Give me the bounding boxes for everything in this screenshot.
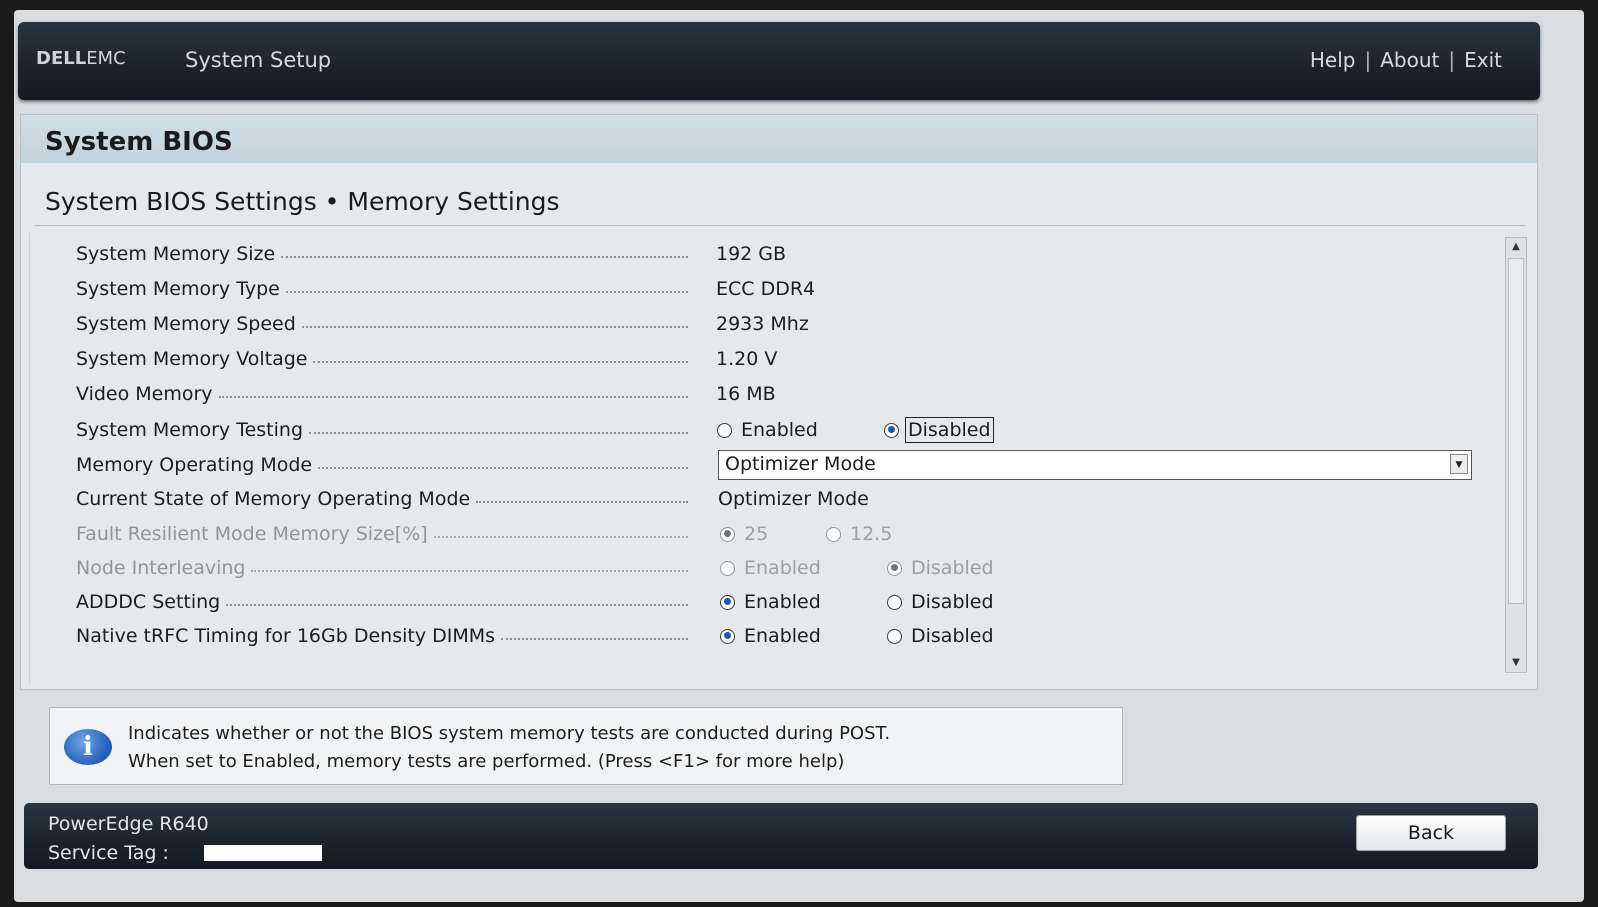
setting-row-memory-voltage: System Memory Voltage 1.20 V	[76, 344, 1476, 374]
native-trfc-enabled-radio[interactable]: Enabled	[720, 621, 821, 651]
setting-row-memory-testing: System Memory Testing Enabled Disabled	[76, 415, 1476, 445]
setting-label: Fault Resilient Mode Memory Size[%]	[76, 523, 428, 545]
setting-label: System Memory Voltage	[76, 348, 308, 370]
dotted-leader	[251, 570, 688, 572]
setting-row-fault-resilient: Fault Resilient Mode Memory Size[%] 25 1…	[76, 519, 1476, 549]
main-panel: System BIOS System BIOS Settings • Memor…	[20, 114, 1538, 690]
system-model: PowerEdge R640	[48, 813, 209, 835]
info-icon: i	[64, 729, 112, 765]
dotted-leader	[313, 361, 688, 363]
divider	[35, 225, 1525, 226]
chevron-down-icon[interactable]: ▼	[1450, 454, 1468, 474]
scroll-down-arrow-icon[interactable]: ▼	[1506, 654, 1526, 672]
radio-off-icon	[887, 594, 902, 610]
help-text: Indicates whether or not the BIOS system…	[128, 720, 890, 776]
dotted-leader	[501, 638, 688, 640]
setting-value: ECC DDR4	[716, 278, 816, 300]
help-link[interactable]: Help	[1310, 48, 1356, 72]
dotted-leader	[476, 501, 688, 503]
adddc-disabled-radio[interactable]: Disabled	[887, 587, 994, 617]
setting-value: 1.20 V	[716, 348, 778, 370]
back-button[interactable]: Back	[1356, 815, 1506, 851]
setting-row-native-trfc: Native tRFC Timing for 16Gb Density DIMM…	[76, 621, 1476, 651]
section-title: System BIOS	[45, 127, 233, 157]
setting-value: 2933 Mhz	[716, 313, 809, 335]
about-link[interactable]: About	[1380, 48, 1439, 72]
exit-link[interactable]: Exit	[1464, 48, 1502, 72]
setting-row-adddc: ADDDC Setting Enabled Disabled	[76, 587, 1476, 617]
dotted-leader	[281, 256, 688, 258]
setting-label: System Memory Speed	[76, 313, 296, 335]
radio-on-icon	[720, 594, 735, 610]
setting-label: System Memory Testing	[76, 419, 303, 441]
setting-row-memory-type: System Memory Type ECC DDR4	[76, 274, 1476, 304]
dotted-leader	[285, 291, 688, 293]
dotted-leader	[433, 536, 688, 538]
setting-row-operating-mode: Memory Operating Mode Optimizer Mode ▼	[76, 450, 1476, 480]
section-bar: System BIOS	[21, 115, 1537, 163]
radio-on-icon	[884, 422, 899, 438]
scrollbar[interactable]: ▲ ▼	[1505, 237, 1527, 673]
scroll-up-arrow-icon[interactable]: ▲	[1506, 238, 1526, 256]
radio-off-icon	[720, 560, 735, 576]
top-bar: DELLEMC System Setup Help | About | Exit	[18, 22, 1540, 100]
adddc-enabled-radio[interactable]: Enabled	[720, 587, 821, 617]
focused-option: Disabled	[905, 417, 994, 443]
setting-label: System Memory Type	[76, 278, 280, 300]
radio-on-icon	[887, 560, 902, 576]
setting-row-memory-speed: System Memory Speed 2933 Mhz	[76, 309, 1476, 339]
help-line-1: Indicates whether or not the BIOS system…	[128, 723, 891, 744]
service-tag-redacted	[204, 845, 322, 861]
fault-resilient-25-radio[interactable]: 25	[720, 519, 768, 549]
setting-label: System Memory Size	[76, 243, 276, 265]
node-interleaving-disabled-radio[interactable]: Disabled	[887, 553, 994, 583]
dotted-leader	[301, 326, 688, 328]
setting-label: Node Interleaving	[76, 557, 246, 579]
setting-value: 16 MB	[716, 383, 776, 405]
setting-label: Current State of Memory Operating Mode	[76, 488, 471, 510]
help-box: i Indicates whether or not the BIOS syst…	[49, 707, 1123, 785]
screen: DELLEMC System Setup Help | About | Exit Sys…	[14, 10, 1584, 902]
radio-on-icon	[720, 628, 735, 644]
settings-list: ▲ ▼ System Memory Size 192 GB System Mem…	[29, 233, 1527, 685]
service-tag-label: Service Tag :	[48, 842, 169, 864]
dotted-leader	[318, 467, 688, 469]
operating-mode-select[interactable]: Optimizer Mode ▼	[718, 450, 1472, 480]
radio-on-icon	[720, 526, 735, 542]
dotted-leader	[218, 396, 688, 398]
setting-label: ADDDC Setting	[76, 591, 221, 613]
link-separator: |	[1448, 48, 1456, 72]
link-separator: |	[1364, 48, 1372, 72]
radio-off-icon	[826, 526, 841, 542]
setting-value: Optimizer Mode	[718, 488, 869, 510]
dell-emc-logo: DELLEMC	[36, 48, 126, 69]
dotted-leader	[226, 604, 688, 606]
setting-label: Memory Operating Mode	[76, 454, 313, 476]
setting-row-video-memory: Video Memory 16 MB	[76, 379, 1476, 409]
scroll-thumb[interactable]	[1508, 258, 1524, 604]
setting-label: Native tRFC Timing for 16Gb Density DIMM…	[76, 625, 496, 647]
fault-resilient-12-5-radio[interactable]: 12.5	[826, 519, 892, 549]
setting-row-node-interleaving: Node Interleaving Enabled Disabled	[76, 553, 1476, 583]
memory-testing-enabled-radio[interactable]: Enabled	[717, 415, 818, 445]
app-title: System Setup	[185, 48, 332, 72]
dotted-leader	[309, 432, 688, 434]
top-links: Help | About | Exit	[1310, 48, 1502, 72]
radio-off-icon	[887, 628, 902, 644]
node-interleaving-enabled-radio[interactable]: Enabled	[720, 553, 821, 583]
footer-bar: PowerEdge R640 Service Tag : Back	[24, 803, 1538, 869]
setting-value: 192 GB	[716, 243, 787, 265]
setting-label: Video Memory	[76, 383, 213, 405]
page-subtitle: System BIOS Settings • Memory Settings	[45, 187, 560, 216]
setting-row-memory-size: System Memory Size 192 GB	[76, 239, 1476, 269]
native-trfc-disabled-radio[interactable]: Disabled	[887, 621, 994, 651]
setting-row-current-mode: Current State of Memory Operating Mode O…	[76, 484, 1476, 514]
radio-off-icon	[717, 422, 732, 438]
memory-testing-disabled-radio[interactable]: Disabled	[884, 415, 994, 445]
help-line-2: When set to Enabled, memory tests are pe…	[128, 751, 845, 772]
